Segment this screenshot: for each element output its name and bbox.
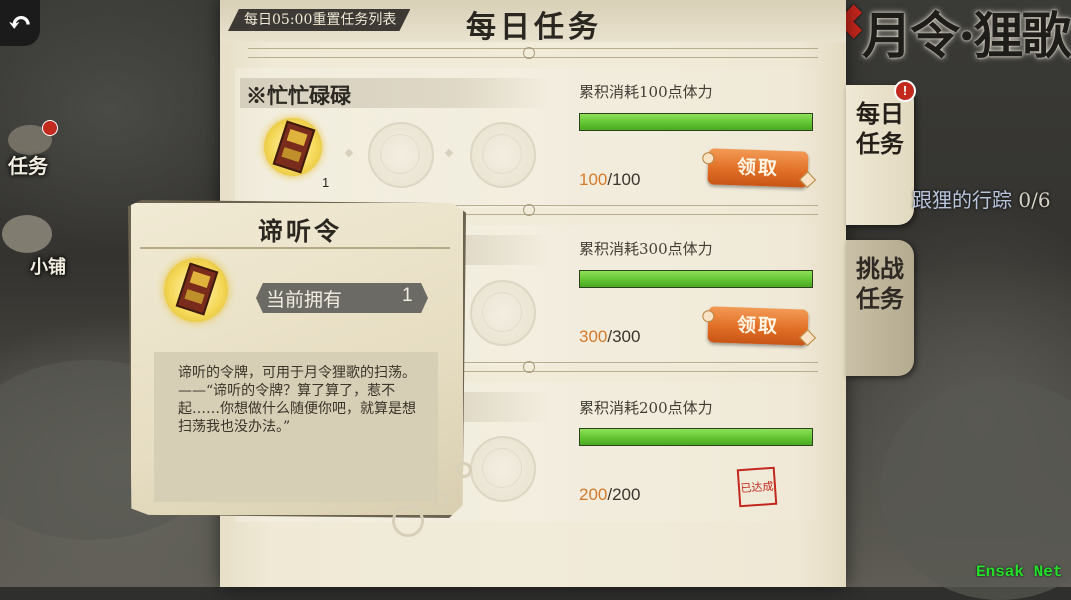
task-requirement: 累积消耗200点体力 [579,399,713,417]
empty-reward-slot [470,436,536,502]
claim-button[interactable]: 领取 [707,306,809,346]
reset-notice: 每日05:00重置任务列表 [228,9,411,31]
popup-item-icon [164,258,228,322]
left-nav-tasks-label: 任务 [8,154,48,178]
item-description: 谛听的令牌，可用于月令狸歌的扫荡。 ——“谛听的令牌？算了算了，惹不起……你想做… [178,365,416,435]
progress-current: 100 [579,170,608,189]
game-title: 月令·狸歌 [862,6,1071,65]
token-icon [175,262,219,316]
popup-title-divider [140,247,450,249]
divider-ornament [523,47,535,59]
completed-stamp: 已达成 [736,466,778,508]
claim-button[interactable]: 领取 [707,148,809,188]
empty-reward-slot [470,122,536,188]
background-quest-name: 跟狸的行踪 [912,188,1012,212]
progress-current: 300 [579,327,608,346]
background-quest-text: 跟狸的行踪 0/6 [912,184,1051,213]
decorative-ring [432,492,448,508]
decorative-ring [392,505,424,537]
progress-max: /200 [607,485,641,504]
owned-label: 当前拥有 [266,289,343,311]
panel-title: 每日任务 [466,10,602,45]
left-nav-shop-label: 小铺 [30,257,66,278]
task-progress-bar [579,113,813,131]
progress-max: /100 [607,170,641,189]
progress-fill [580,114,812,130]
reward-item-icon[interactable] [264,118,322,176]
task-progress-count: 100/100 [579,170,640,190]
tab-daily-tasks[interactable]: 每日任务 [846,85,914,225]
popup-title: 谛听令 [258,217,343,246]
decorative-ring [456,462,472,478]
task-requirement: 累积消耗300点体力 [579,240,713,258]
progress-fill [580,271,812,287]
task-progress-count: 200/200 [579,485,640,505]
notification-badge [42,120,58,136]
reward-qty: 1 [322,175,330,190]
token-icon [272,120,316,174]
empty-reward-slot [470,280,536,346]
empty-reward-slot [368,122,434,188]
progress-fill [580,429,812,445]
tab-notification-badge: ! [894,80,916,102]
task-progress-bar [579,428,813,446]
watermark: Ensak Net [976,563,1063,581]
back-icon[interactable]: ↶ [0,0,40,46]
task-requirement: 累积消耗100点体力 [579,83,713,101]
progress-max: /300 [607,327,641,346]
background-quest-count: 0/6 [1018,188,1051,212]
divider-ornament [523,361,535,373]
divider-ornament [523,204,535,216]
task-progress-count: 300/300 [579,327,640,347]
task-progress-bar [579,270,813,288]
shop-icon [2,215,52,253]
task-name: ※忙忙碌碌 [246,83,351,108]
owned-value: 1 [402,285,413,306]
progress-current: 200 [579,485,608,504]
tab-challenge-tasks[interactable]: 挑战任务 [846,240,914,376]
